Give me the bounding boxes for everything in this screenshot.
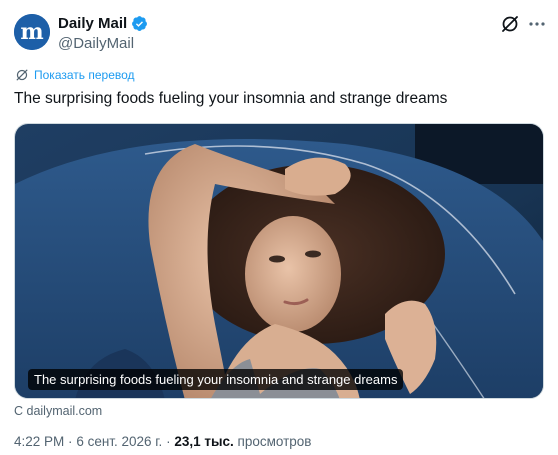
card-source-link[interactable]: С dailymail.com (14, 404, 102, 418)
link-card[interactable]: The surprising foods fueling your insomn… (14, 123, 544, 399)
grok-icon[interactable] (500, 14, 520, 34)
views-count: 23,1 тыс. (174, 434, 234, 449)
translate-label[interactable]: Показать перевод (34, 68, 135, 82)
card-caption: The surprising foods fueling your insomn… (28, 369, 404, 390)
tweet: m Daily Mail @DailyMail Показать перевод (0, 0, 558, 455)
translate-link[interactable]: Показать перевод (15, 68, 135, 82)
meta-separator: · (68, 434, 73, 449)
daily-mail-logo-icon: m (14, 14, 50, 50)
translate-icon (16, 69, 28, 81)
tweet-text: The surprising foods fueling your insomn… (14, 90, 448, 107)
tweet-date[interactable]: 6 сент. 2026 г. (76, 434, 162, 449)
author-avatar[interactable]: m (14, 14, 50, 50)
author-handle[interactable]: @DailyMail (58, 35, 134, 52)
tweet-meta: 4:22 PM · 6 сент. 2026 г. · 23,1 тыс. пр… (14, 434, 311, 449)
article-image (15, 124, 543, 398)
meta-separator: · (166, 434, 171, 449)
author-name-row[interactable]: Daily Mail (58, 15, 148, 32)
more-horizontal-icon[interactable] (527, 14, 547, 34)
tweet-timestamp[interactable]: 4:22 PM (14, 434, 64, 449)
verified-badge-icon (132, 16, 148, 31)
views-label: просмотров (237, 434, 312, 449)
svg-text:m: m (20, 19, 43, 45)
author-name[interactable]: Daily Mail (58, 15, 127, 32)
